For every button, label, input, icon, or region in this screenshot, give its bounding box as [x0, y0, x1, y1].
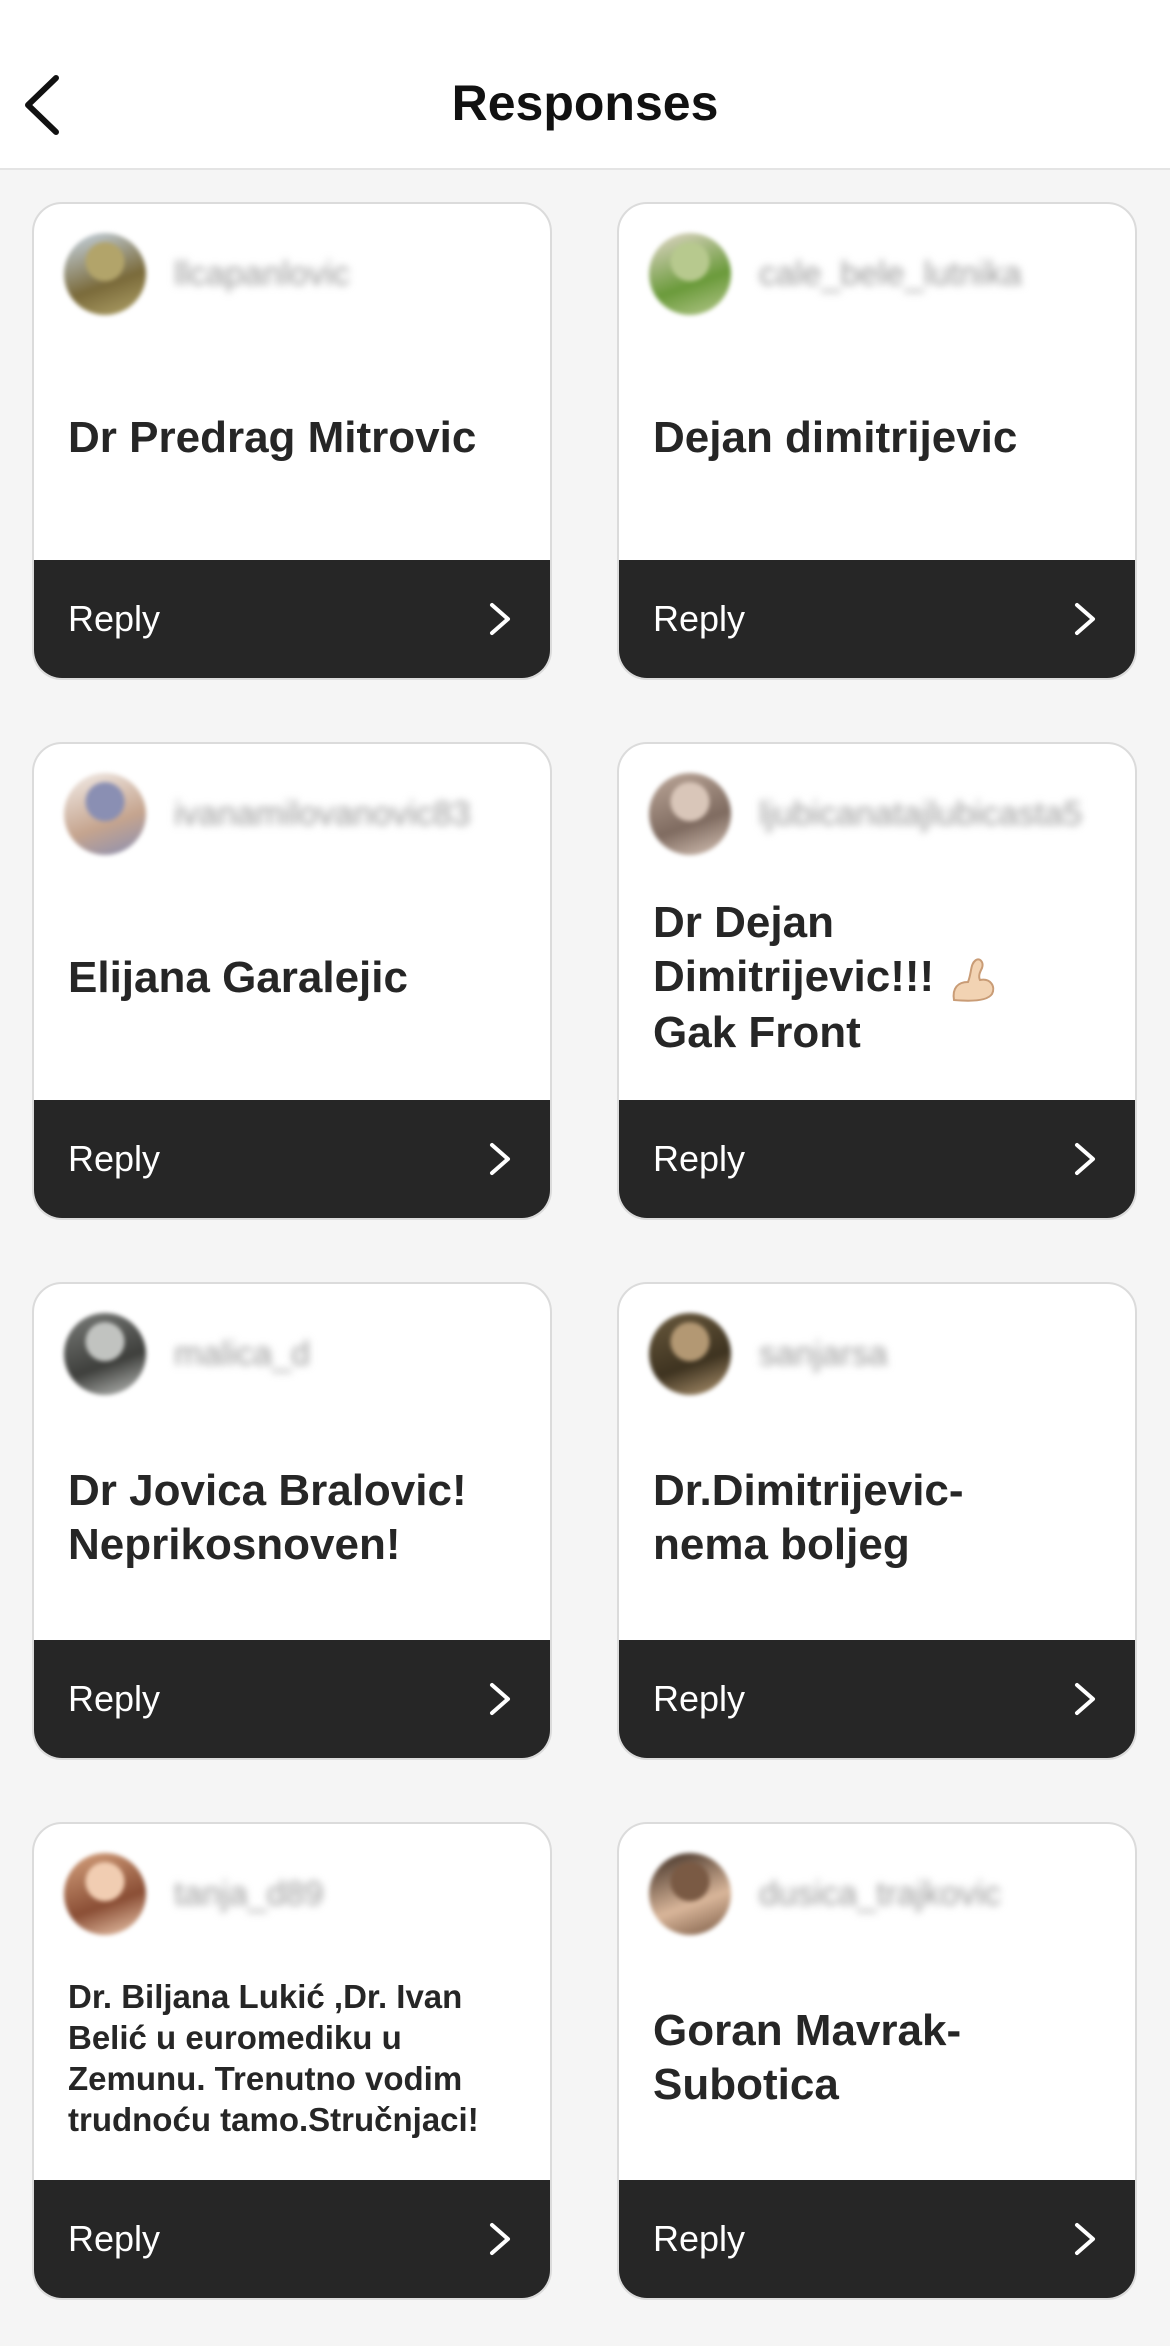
- username[interactable]: dusica_trajkovic: [759, 1875, 1001, 1914]
- avatar[interactable]: [64, 773, 146, 855]
- reply-label: Reply: [68, 1678, 161, 1719]
- chevron-right-icon: [490, 2223, 510, 2255]
- response-text-content: Dr Predrag Mitrovic: [68, 413, 477, 462]
- reply-button[interactable]: Reply: [619, 1100, 1135, 1218]
- reply-button[interactable]: Reply: [619, 1640, 1135, 1758]
- username[interactable]: ivanamilovanovic83: [174, 795, 471, 834]
- response-body: Goran Mavrak- Subotica: [653, 1936, 1111, 2180]
- response-body: Dr. Biljana Lukić ,Dr. Ivan Belić u euro…: [68, 1936, 526, 2180]
- response-body: Dejan dimitrijevic: [653, 316, 1111, 560]
- reply-label: Reply: [653, 1678, 746, 1719]
- response-text: Dr Jovica Bralovic! Neprikosnoven!: [68, 1464, 467, 1572]
- response-text-content: Dr.Dimitrijevic- nema boljeg: [653, 1466, 964, 1569]
- reply-label: Reply: [653, 598, 746, 639]
- response-text-content: Goran Mavrak- Subotica: [653, 2006, 962, 2109]
- chevron-right-icon: [490, 1683, 510, 1715]
- top-bar: Responses: [0, 0, 1170, 170]
- response-text: Dr.Dimitrijevic- nema boljeg: [653, 1464, 964, 1572]
- response-user[interactable]: malica_d: [64, 1312, 310, 1396]
- response-text: Goran Mavrak- Subotica: [653, 2004, 961, 2112]
- flexed-biceps-icon: [953, 958, 995, 1002]
- username[interactable]: ljubicanatajlubicasta5: [759, 795, 1082, 834]
- username[interactable]: malica_d: [174, 1335, 310, 1374]
- chevron-right-icon: [1075, 1683, 1095, 1715]
- response-body: Dr.Dimitrijevic- nema boljeg: [653, 1396, 1111, 1640]
- avatar[interactable]: [649, 1853, 731, 1935]
- response-body: Dr Dejan Dimitrijevic!!! Gak Front: [653, 856, 1111, 1100]
- response-user[interactable]: llcapanlovic: [64, 232, 350, 316]
- reply-label: Reply: [68, 2218, 161, 2259]
- response-user[interactable]: ivanamilovanovic83: [64, 772, 471, 856]
- username[interactable]: sanjarsa: [759, 1335, 888, 1374]
- response-text-content: Dr Dejan Dimitrijevic!!! Gak Front: [653, 898, 1000, 1057]
- response-text-content: Dejan dimitrijevic: [653, 413, 1018, 462]
- chevron-right-icon: [1075, 1143, 1095, 1175]
- avatar[interactable]: [64, 233, 146, 315]
- reply-button[interactable]: Reply: [34, 2180, 550, 2298]
- response-user[interactable]: tanja_d89: [64, 1852, 323, 1936]
- username[interactable]: llcapanlovic: [174, 255, 350, 294]
- avatar[interactable]: [649, 1313, 731, 1395]
- response-text-content: Elijana Garalejic: [68, 953, 408, 1002]
- reply-label: Reply: [653, 1138, 746, 1179]
- chevron-right-icon: [1075, 603, 1095, 635]
- response-card[interactable]: malica_d Dr Jovica Bralovic! Neprikosnove…: [32, 1282, 552, 1760]
- response-text: Elijana Garalejic: [68, 951, 408, 1005]
- response-body: Dr Jovica Bralovic! Neprikosnoven!: [68, 1396, 526, 1640]
- response-card[interactable]: sanjarsa Dr.Dimitrijevic- nema boljeg Repl…: [617, 1282, 1137, 1760]
- page-title: Responses: [451, 75, 719, 131]
- response-text: Dr Dejan Dimitrijevic!!! Gak Front: [653, 896, 1000, 1060]
- avatar[interactable]: [64, 1853, 146, 1935]
- response-user[interactable]: sanjarsa: [649, 1312, 888, 1396]
- response-body: Dr Predrag Mitrovic: [68, 316, 526, 560]
- response-user[interactable]: cale_bele_lutnika: [649, 232, 1022, 316]
- reply-label: Reply: [68, 598, 161, 639]
- response-text: Dr Predrag Mitrovic: [68, 411, 476, 465]
- reply-button[interactable]: Reply: [34, 1640, 550, 1758]
- response-card[interactable]: tanja_d89 Dr. Biljana Lukić ,Dr. Ivan Bel…: [32, 1822, 552, 2300]
- response-user[interactable]: dusica_trajkovic: [649, 1852, 1001, 1936]
- reply-label: Reply: [653, 2218, 746, 2259]
- reply-button[interactable]: Reply: [619, 2180, 1135, 2298]
- response-card[interactable]: llcapanlovic Dr Predrag Mitrovic Reply: [32, 202, 552, 680]
- chevron-right-icon: [490, 603, 510, 635]
- chevron-right-icon: [490, 1143, 510, 1175]
- reply-label: Reply: [68, 1138, 161, 1179]
- response-text: Dejan dimitrijevic: [653, 411, 1017, 465]
- response-card[interactable]: cale_bele_lutnika Dejan dimitrijevic Reply: [617, 202, 1137, 680]
- response-body: Elijana Garalejic: [68, 856, 526, 1100]
- username[interactable]: cale_bele_lutnika: [759, 255, 1022, 294]
- reply-button[interactable]: Reply: [619, 560, 1135, 678]
- response-user[interactable]: ljubicanatajlubicasta5: [649, 772, 1082, 856]
- response-text: Dr. Biljana Lukić ,Dr. Ivan Belić u euro…: [68, 1976, 479, 2140]
- response-card[interactable]: ljubicanatajlubicasta5 Dr Dejan Dimitrije…: [617, 742, 1137, 1220]
- username[interactable]: tanja_d89: [174, 1875, 323, 1914]
- response-card[interactable]: ivanamilovanovic83 Elijana Garalejic Reply: [32, 742, 552, 1220]
- avatar[interactable]: [64, 1313, 146, 1395]
- response-text-content: Dr Jovica Bralovic! Neprikosnoven!: [68, 1466, 467, 1569]
- avatar[interactable]: [649, 233, 731, 315]
- chevron-right-icon: [1075, 2223, 1095, 2255]
- response-card[interactable]: dusica_trajkovic Goran Mavrak- Subotica Re…: [617, 1822, 1137, 2300]
- response-text-content: Dr. Biljana Lukić ,Dr. Ivan Belić u euro…: [68, 1978, 479, 2138]
- avatar[interactable]: [649, 773, 731, 855]
- reply-button[interactable]: Reply: [34, 1100, 550, 1218]
- reply-button[interactable]: Reply: [34, 560, 550, 678]
